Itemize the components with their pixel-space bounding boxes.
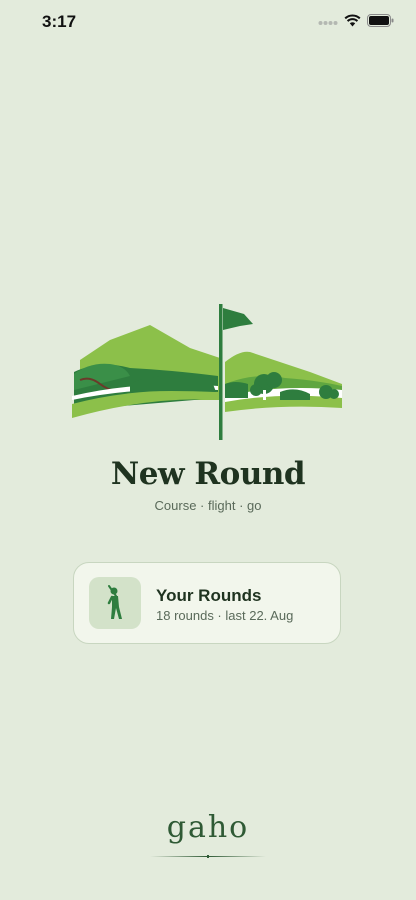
wifi-icon [344,14,361,32]
your-rounds-subtitle: 18 rounds · last 22. Aug [156,608,294,623]
golf-course-flag-illustration [70,300,346,442]
page-title: New Round [110,456,306,492]
status-bar: 3:17 [0,0,416,44]
cellular-signal-icon [318,14,338,32]
brand-underline [150,846,266,858]
your-rounds-title: Your Rounds [156,586,262,605]
brand-logo: gaho [166,810,250,845]
battery-icon [367,14,394,32]
page-subtitle: Course · flight · go [154,498,262,513]
your-rounds-card[interactable]: Your Rounds 18 rounds · last 22. Aug [73,562,341,644]
golfer-icon [89,577,141,629]
status-time: 3:17 [42,12,77,31]
